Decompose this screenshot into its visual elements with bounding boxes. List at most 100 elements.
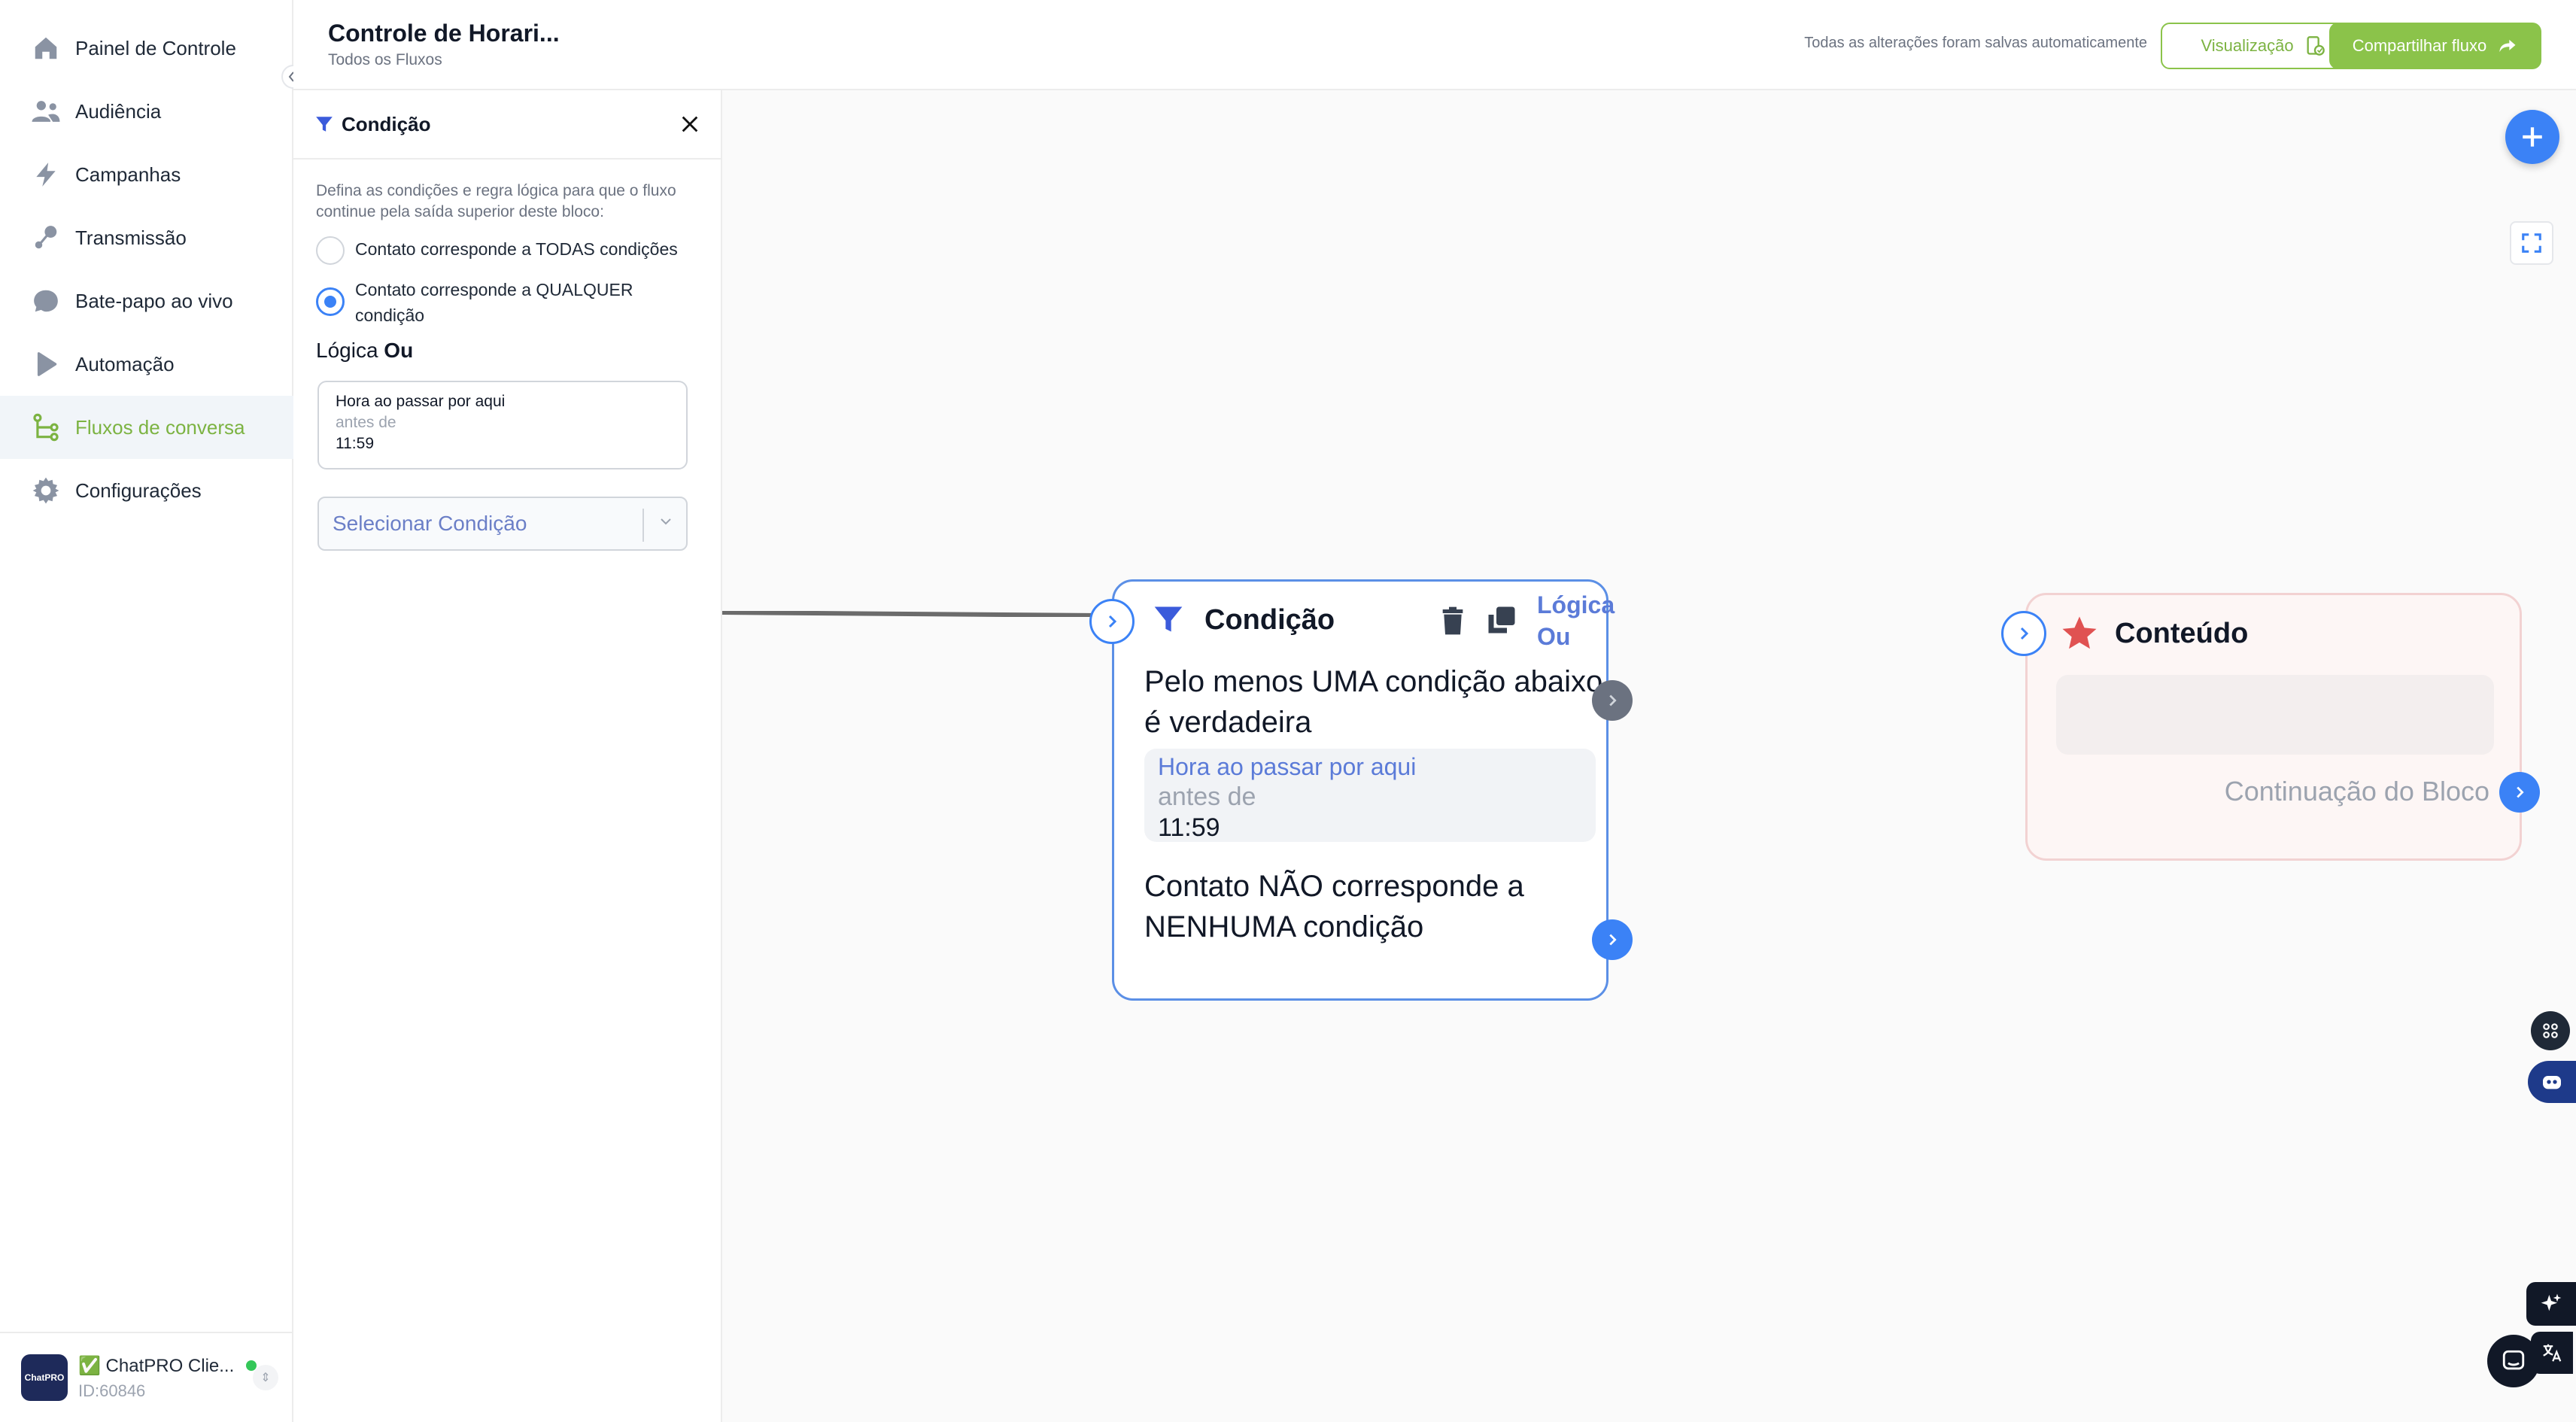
account-name: ✅ ChatPRO Clie... xyxy=(78,1355,235,1376)
sidebar-item-live-chat[interactable]: Bate-papo ao vivo xyxy=(0,269,293,333)
lightning-icon xyxy=(30,159,62,190)
sidebar-item-audience[interactable]: Audiência xyxy=(0,80,293,143)
content-input-port[interactable] xyxy=(2001,611,2046,656)
account-switcher[interactable]: ChatPRO ✅ ChatPRO Clie... ID:60846 ⇕ xyxy=(0,1332,293,1422)
chevron-down-icon xyxy=(659,515,673,533)
close-panel-button[interactable] xyxy=(677,111,703,137)
condition-true-output-port[interactable] xyxy=(1592,680,1633,721)
flow-title[interactable]: Controle de Horari... xyxy=(328,20,560,47)
sidebar-item-settings[interactable]: Configurações xyxy=(0,459,293,522)
sidebar-nav: Painel de Controle Audiência Campanhas T… xyxy=(0,17,293,522)
funnel-icon xyxy=(314,114,334,134)
condition-true-text: Pelo menos UMA condição abaixo é verdade… xyxy=(1144,665,1603,739)
condition-operator: antes de xyxy=(336,414,396,431)
radio-option-all[interactable]: Contato corresponde a TODAS condições xyxy=(316,236,678,265)
sidebar-item-label: Audiência xyxy=(75,99,162,123)
account-logo: ChatPRO xyxy=(21,1354,68,1401)
chevron-right-icon xyxy=(2020,627,2029,640)
sidebar-item-label: Configurações xyxy=(75,479,202,502)
translate-icon xyxy=(2543,1344,2562,1362)
preview-device-icon xyxy=(2304,35,2325,56)
command-icon xyxy=(2543,1023,2558,1038)
radio-option-any[interactable]: Contato corresponde a QUALQUER condição xyxy=(316,277,692,328)
share-label: Compartilhar fluxo xyxy=(2352,36,2487,55)
sidebar-item-campaigns[interactable]: Campanhas xyxy=(0,143,293,206)
node-condition-title: Hora ao passar por aqui xyxy=(1158,753,1417,780)
robot-icon xyxy=(2543,1076,2561,1089)
duplicate-icon[interactable] xyxy=(1486,604,1517,640)
gear-icon xyxy=(30,475,62,506)
condition-false-text: Contato NÃO corresponde a NENHUMA condiç… xyxy=(1144,870,1524,943)
account-id: ID:60846 xyxy=(78,1381,146,1400)
content-node[interactable]: Conteúdo Continuação do Bloco xyxy=(2025,593,2522,861)
chevron-right-icon xyxy=(1108,615,1117,628)
sidebar-item-automation[interactable]: Automação xyxy=(0,333,293,396)
grid-widget-button[interactable] xyxy=(2531,1011,2570,1050)
content-message-area[interactable] xyxy=(2056,675,2494,755)
content-node-title: Conteúdo xyxy=(2115,618,2249,649)
condition-false-output-port[interactable] xyxy=(1592,919,1633,960)
sidebar-item-label: Transmissão xyxy=(75,226,187,249)
select-condition-dropdown[interactable]: Selecionar Condição xyxy=(317,497,688,551)
close-icon xyxy=(682,116,698,132)
bot-assistant-button[interactable] xyxy=(2528,1061,2576,1103)
panel-description: Defina as condições e regra lógica para … xyxy=(316,182,676,220)
breadcrumb-all-flows[interactable]: Todos os Fluxos xyxy=(328,51,442,69)
condition-node-logic: Lógica Ou xyxy=(1537,589,1615,652)
trash-icon[interactable] xyxy=(1438,604,1468,641)
share-arrow-icon xyxy=(2497,35,2518,56)
logic-label: Lógica xyxy=(316,339,378,362)
funnel-icon xyxy=(1152,603,1185,640)
sidebar-item-conversation-flows[interactable]: Fluxos de conversa xyxy=(0,396,293,459)
preview-label: Visualização xyxy=(2201,36,2294,55)
logic-indicator: Lógica Ou xyxy=(316,339,413,363)
content-continuation-label: Continuação do Bloco xyxy=(2224,776,2489,807)
broadcast-icon xyxy=(30,222,62,254)
node-logic-value: Ou xyxy=(1537,623,1571,650)
sidebar-item-label: Automação xyxy=(75,352,175,375)
ai-sparkle-button[interactable] xyxy=(2526,1282,2576,1326)
node-condition-card: Hora ao passar por aqui antes de 11:59 xyxy=(1144,749,1596,842)
chevron-up-down-icon[interactable]: ⇕ xyxy=(253,1365,278,1390)
radio-all-label: Contato corresponde a TODAS condições xyxy=(355,239,678,259)
plus-icon xyxy=(2523,127,2542,147)
radio-all[interactable] xyxy=(316,236,345,265)
radio-any-label: Contato corresponde a QUALQUER condição xyxy=(355,280,633,325)
logic-value: Ou xyxy=(384,339,414,362)
content-output-port[interactable] xyxy=(2499,772,2540,813)
chevron-right-icon xyxy=(2517,786,2524,798)
node-condition-operator: antes de xyxy=(1158,782,1256,811)
chat-bubble-icon xyxy=(30,285,62,317)
flow-branch-icon xyxy=(30,412,62,443)
play-icon xyxy=(30,348,62,380)
condition-node[interactable]: Condição Lógica Ou Pelo menos UMA condiç… xyxy=(1112,579,1615,1001)
sidebar-item-dashboard[interactable]: Painel de Controle xyxy=(0,17,293,80)
sidebar-item-label: Bate-papo ao vivo xyxy=(75,289,233,312)
dropdown-separator xyxy=(642,509,644,542)
add-block-button[interactable] xyxy=(2505,110,2559,164)
sidebar-item-label: Fluxos de conversa xyxy=(75,415,245,439)
radio-any[interactable] xyxy=(316,287,345,316)
condition-input-port[interactable] xyxy=(1089,599,1135,644)
fullscreen-button[interactable] xyxy=(2510,221,2553,265)
chat-icon xyxy=(2502,1350,2525,1370)
translate-button[interactable] xyxy=(2531,1332,2573,1374)
sidebar-item-label: Campanhas xyxy=(75,163,181,186)
node-logic-label: Lógica xyxy=(1537,591,1615,618)
panel-title: Condição xyxy=(342,112,431,135)
chevron-right-icon xyxy=(1609,934,1617,946)
condition-value: 11:59 xyxy=(336,435,374,452)
users-icon xyxy=(30,96,62,127)
sparkle-icon xyxy=(2541,1293,2562,1311)
autosave-status: Todas as alterações foram salvas automat… xyxy=(1804,35,2147,51)
chevron-right-icon xyxy=(1609,694,1617,706)
condition-node-title: Condição xyxy=(1204,604,1335,636)
condition-settings-panel: Condição Defina as condições e regra lóg… xyxy=(293,90,722,1422)
condition-card[interactable]: Hora ao passar por aqui antes de 11:59 xyxy=(317,381,688,469)
share-flow-button[interactable]: Compartilhar fluxo xyxy=(2329,23,2541,69)
connection-edge xyxy=(722,611,1098,617)
select-condition-placeholder: Selecionar Condição xyxy=(333,512,527,535)
condition-title: Hora ao passar por aqui xyxy=(336,393,506,410)
node-condition-value: 11:59 xyxy=(1158,813,1220,842)
sidebar-item-broadcast[interactable]: Transmissão xyxy=(0,206,293,269)
